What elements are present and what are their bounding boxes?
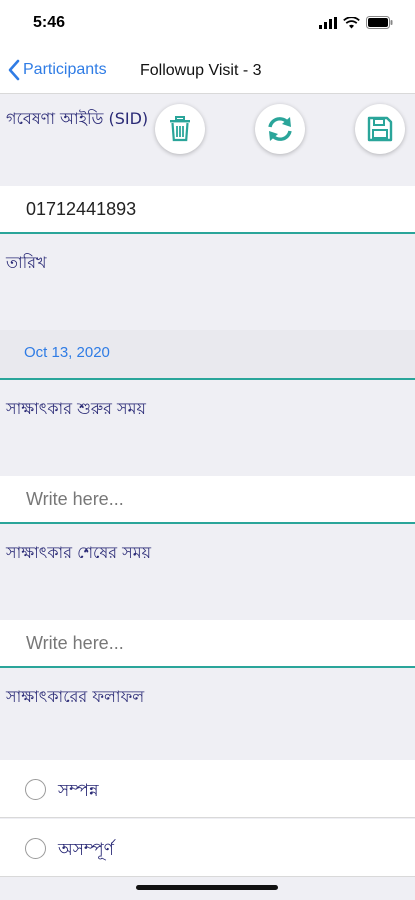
- start-time-row: [0, 476, 415, 524]
- navigation-bar: Participants Followup Visit - 3: [0, 50, 415, 94]
- result-option-incomplete[interactable]: অসম্পূর্ণ: [0, 819, 415, 877]
- status-time: 5:46: [33, 14, 66, 31]
- back-button[interactable]: Participants: [8, 59, 107, 81]
- wifi-icon: [343, 16, 360, 28]
- sid-input-row: [0, 186, 415, 234]
- page-title: Followup Visit - 3: [140, 62, 262, 79]
- battery-icon: [366, 16, 393, 29]
- start-time-input[interactable]: [0, 476, 415, 522]
- result-option-complete[interactable]: সম্পন্ন: [0, 760, 415, 818]
- save-icon: [367, 116, 393, 142]
- delete-button[interactable]: [155, 104, 205, 154]
- start-time-label: সাক্ষাৎকার শুরুর সময়: [6, 399, 146, 418]
- save-button[interactable]: [355, 104, 405, 154]
- refresh-button[interactable]: [255, 104, 305, 154]
- date-value: Oct 13, 2020: [24, 344, 110, 361]
- radio-label: সম্পন্ন: [58, 781, 99, 801]
- signal-icon: [319, 16, 337, 29]
- date-picker[interactable]: Oct 13, 2020: [0, 330, 415, 380]
- date-label: তারিখ: [6, 253, 47, 272]
- radio-button[interactable]: [25, 838, 46, 859]
- end-time-label: সাক্ষাৎকার শেষের সময়: [6, 543, 152, 562]
- result-label: সাক্ষাৎকারের ফলাফল: [6, 687, 145, 706]
- sid-label: গবেষণা আইডি (SID): [6, 109, 149, 128]
- sid-input[interactable]: [0, 186, 415, 232]
- back-button-label: Participants: [23, 61, 107, 78]
- chevron-left-icon: [8, 59, 20, 81]
- refresh-icon: [268, 117, 292, 141]
- home-indicator: [136, 885, 278, 890]
- radio-button[interactable]: [25, 779, 46, 800]
- status-bar: 5:46: [0, 0, 415, 50]
- end-time-row: [0, 620, 415, 668]
- radio-label: অসম্পূর্ণ: [58, 840, 114, 860]
- status-icons: [319, 16, 393, 29]
- end-time-input[interactable]: [0, 620, 415, 666]
- trash-icon: [170, 116, 190, 142]
